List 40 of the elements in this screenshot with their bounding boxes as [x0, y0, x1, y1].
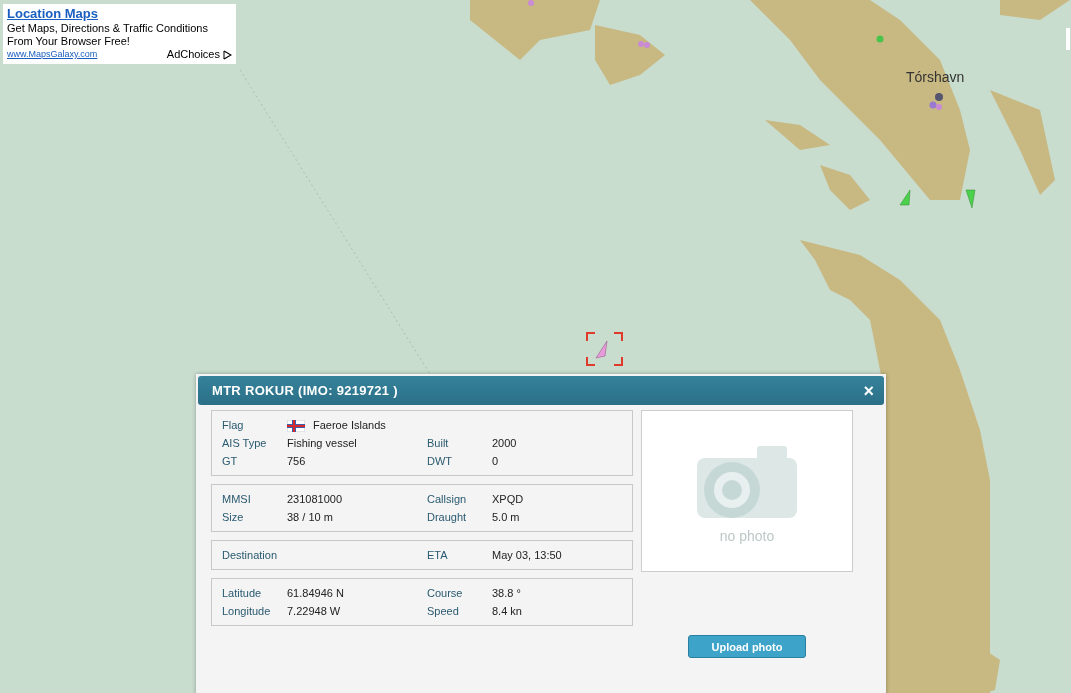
ad-text: Get Maps, Directions & Traffic Conditions [7, 22, 209, 35]
ad-url-link[interactable]: www.MapsGalaxy.com [7, 48, 98, 61]
field-value: 2000 [492, 436, 517, 451]
field-value: 7.22948 W [287, 604, 341, 619]
field-label: GT [222, 454, 239, 469]
field-label: Flag [222, 418, 245, 433]
field-value: 756 [287, 454, 306, 469]
field-label: Callsign [427, 492, 468, 507]
field-value: 0 [492, 454, 499, 469]
field-label: Draught [427, 510, 468, 525]
field-label: AIS Type [222, 436, 268, 451]
field-value: 38 / 10 m [287, 510, 333, 525]
ad-title-link[interactable]: Location Maps [7, 6, 232, 22]
ad-choices-link[interactable]: AdChoices [166, 48, 232, 61]
field-label: Latitude [222, 586, 263, 601]
field-label: DWT [427, 454, 454, 469]
field-label: Longitude [222, 604, 272, 619]
field-value: 231081000 [287, 492, 343, 507]
field-label: MMSI [222, 492, 252, 507]
field-value: Fishing vessel [287, 436, 357, 451]
flag-icon [287, 419, 305, 432]
close-button[interactable]: × [863, 381, 874, 400]
field-label: Destination [222, 548, 279, 563]
play-icon [223, 49, 232, 60]
field-label: Course [427, 586, 464, 601]
field-value: 38.8 ° [492, 586, 521, 601]
field-label: Size [222, 510, 245, 525]
field-value: Faeroe Islands [313, 418, 386, 433]
popup-title: MTR ROKUR (IMO: 9219721 ) [212, 383, 398, 398]
no-photo-text: no photo [719, 528, 775, 544]
field-value: May 03, 13:50 [492, 548, 562, 563]
field-value: XPQD [492, 492, 524, 507]
field-label: Speed [427, 604, 460, 619]
field-value: 5.0 m [492, 510, 520, 525]
field-label: Built [427, 436, 450, 451]
field-label: ETA [427, 548, 449, 563]
place-label: Tórshavn [906, 69, 965, 85]
field-value: 61.84946 N [287, 586, 344, 601]
field-value: 8.4 kn [492, 604, 522, 619]
ad-text: From Your Browser Free! [7, 35, 131, 48]
